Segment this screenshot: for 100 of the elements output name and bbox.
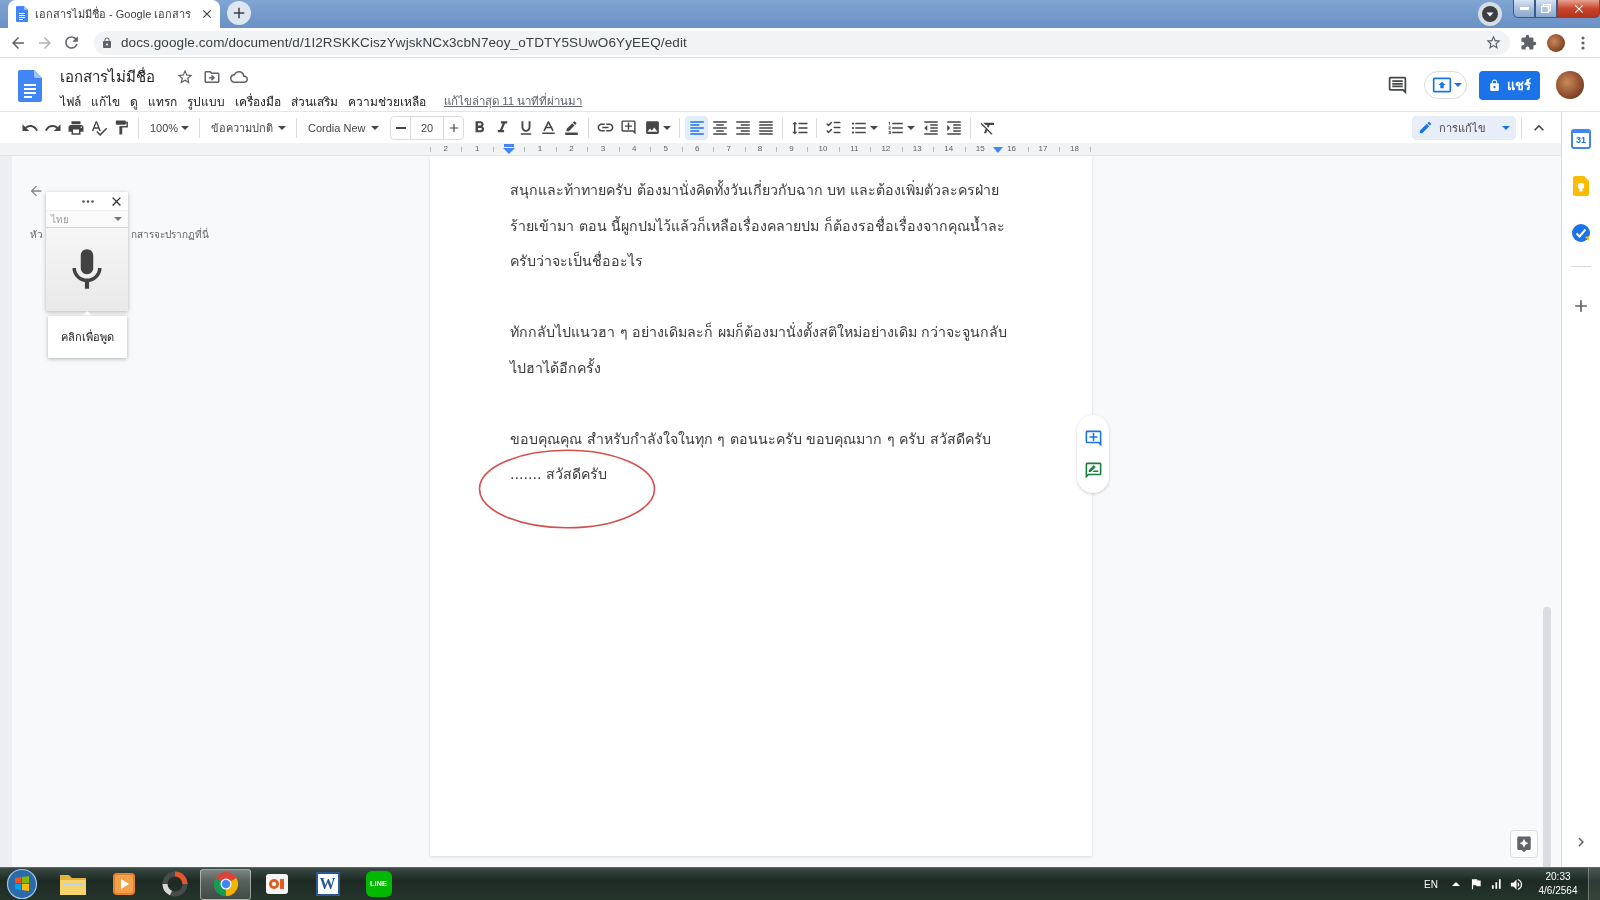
ruler-label: 15 bbox=[975, 143, 985, 155]
menu-item[interactable]: ส่วนเสริม bbox=[291, 91, 338, 111]
ruler-label: 11 bbox=[850, 143, 859, 155]
paragraph: ทักกลับไปแนวฮา ๆ อย่างเดิมละก็ ผมก็ต้องมานั่งตั้งสติใหม่อย่างเดิม กว่าจะจูนกลับ ไปฮาได้อีกครั้ง bbox=[510, 321, 1009, 378]
ruler-label: 14 bbox=[944, 143, 954, 155]
clock-date: 4/6/2564 bbox=[1538, 884, 1578, 898]
paragraph: ขอบคุณคุณ สำหรับกำลังใจในทุก ๆ ตอนนะครับ ขอบคุณมาก ๆ ครับ สวัสดีครับ ....... สวัสดีครับ bbox=[510, 429, 992, 484]
ruler-label: 13 bbox=[912, 143, 922, 155]
paint-roller-icon bbox=[113, 119, 130, 136]
last-edit-link[interactable]: แก้ไขล่าสุด 11 นาทีที่ผ่านมา bbox=[444, 92, 583, 110]
ruler-label: 2 bbox=[443, 143, 448, 155]
ruler-label: 6 bbox=[695, 143, 700, 155]
ruler-label: 9 bbox=[789, 143, 794, 155]
reload-icon bbox=[62, 33, 81, 52]
align-justify-icon bbox=[756, 118, 775, 137]
share-button[interactable]: แชร์ bbox=[1479, 70, 1540, 100]
caret-icon bbox=[278, 125, 286, 130]
print-icon bbox=[66, 118, 85, 137]
microphone-button[interactable] bbox=[46, 228, 128, 311]
menu-item[interactable]: เครื่องมือ bbox=[235, 91, 281, 111]
clock-time: 20:33 bbox=[1545, 870, 1571, 884]
input-language-indicator[interactable]: EN bbox=[1424, 878, 1438, 890]
caret-icon bbox=[662, 125, 671, 130]
caret-up-icon bbox=[1452, 882, 1460, 886]
ruler-label: 3 bbox=[600, 143, 606, 155]
scrollbar[interactable] bbox=[1543, 607, 1551, 867]
browser-tab[interactable]: เอกสารไม่มีชื่อ - Google เอกสาร bbox=[8, 0, 221, 28]
ruler-label: 12 bbox=[881, 143, 891, 155]
caret-icon bbox=[1454, 83, 1462, 87]
outline-hint-text: กสารจะปรากฏที่นี่ bbox=[131, 229, 210, 241]
highlighter-icon bbox=[564, 120, 579, 135]
flag-icon bbox=[1469, 877, 1483, 891]
zoom-dropdown[interactable]: 100% bbox=[144, 115, 194, 140]
ruler-label: 2 bbox=[569, 143, 574, 155]
new-tab-button[interactable] bbox=[227, 1, 252, 25]
document-title[interactable]: เอกสารไม่มีชื่อ bbox=[60, 65, 155, 89]
minus-icon bbox=[395, 126, 406, 129]
speaker-icon bbox=[1508, 876, 1524, 892]
menu-item[interactable]: ดู bbox=[130, 91, 138, 111]
ruler-label: 18 bbox=[1070, 143, 1079, 155]
docs-favicon-icon bbox=[16, 6, 28, 22]
style-dropdown[interactable]: ข้อความปกติ bbox=[205, 115, 291, 140]
spellcheck-icon bbox=[89, 118, 108, 137]
ruler-label: 1 bbox=[474, 143, 480, 155]
checklist-icon bbox=[825, 119, 842, 136]
minimize-button[interactable] bbox=[1513, 0, 1535, 18]
menu-item[interactable]: แก้ไข bbox=[91, 91, 120, 111]
folder-icon bbox=[58, 872, 87, 896]
caret-icon bbox=[371, 125, 379, 130]
show-desktop-button[interactable] bbox=[1588, 868, 1600, 900]
menu-item[interactable]: ไฟล์ bbox=[60, 91, 81, 111]
font-size-field[interactable]: 20 bbox=[410, 116, 444, 139]
avatar bbox=[1556, 71, 1584, 99]
caret-icon bbox=[869, 125, 878, 130]
present-button[interactable] bbox=[1424, 71, 1467, 99]
align-button[interactable] bbox=[685, 115, 708, 140]
editing-mode-dropdown[interactable]: การแก้ไข bbox=[1412, 115, 1516, 140]
star-icon bbox=[176, 68, 194, 86]
ruler-label: 7 bbox=[726, 143, 731, 155]
menu-item[interactable]: ความช่วยเหลือ bbox=[348, 91, 426, 111]
ruler-label: 5 bbox=[663, 143, 668, 155]
docs-logo-icon bbox=[18, 70, 42, 102]
comment-icon bbox=[1386, 74, 1408, 96]
back-arrow-icon bbox=[28, 183, 44, 199]
taskbar-app-button[interactable] bbox=[200, 868, 251, 900]
avatar bbox=[1546, 33, 1565, 52]
paragraph: สนุกและท้าทายครับ ต้องมานั่งคิดทั้งวันเกี่ยวกับฉาก บท และต้องเพิ่มตัวละครฝ่าย ร้ายเข้ามา ตอน นี้ผูกปมไว้แล้วก็เหลือเรื่องคลายปม ก็ต้องรอชื่อเรื่องจากคุณน้ำละ ครับว่าจะเป็นชื่ออะไร bbox=[510, 179, 1006, 271]
right-indent-marker-icon[interactable] bbox=[993, 147, 1003, 153]
restore-icon bbox=[1541, 4, 1551, 13]
minimize-icon bbox=[1519, 7, 1529, 10]
ruler-label: 8 bbox=[757, 143, 763, 155]
profile-menu-button[interactable] bbox=[1478, 2, 1502, 26]
menu-item[interactable]: แทรก bbox=[148, 91, 177, 111]
network-icon bbox=[1489, 877, 1503, 891]
align-right-icon bbox=[733, 118, 752, 137]
play-tile-icon bbox=[111, 872, 136, 896]
sparkle-bubble-icon bbox=[1515, 835, 1533, 853]
check-circle-icon bbox=[1571, 223, 1591, 243]
comments-button[interactable] bbox=[1386, 74, 1408, 96]
taskbar-app-button[interactable]: W bbox=[302, 868, 353, 900]
star-icon bbox=[1485, 34, 1502, 51]
maximize-button[interactable] bbox=[1535, 0, 1557, 18]
indent-marker-icon[interactable] bbox=[503, 144, 515, 154]
caret-icon bbox=[1502, 125, 1510, 130]
caret-icon bbox=[181, 125, 189, 130]
caret-down-circle-icon bbox=[1482, 6, 1498, 22]
ruler-label: 4 bbox=[632, 143, 637, 155]
outline-hint-text: หัว bbox=[30, 229, 44, 241]
close-window-button[interactable] bbox=[1557, 0, 1600, 18]
lock-icon bbox=[101, 36, 113, 49]
image-icon bbox=[643, 119, 661, 136]
font-size-control[interactable]: 20 bbox=[390, 115, 464, 140]
explore-button[interactable] bbox=[1510, 830, 1538, 858]
ruler-label: 10 bbox=[818, 143, 828, 155]
cloud-icon bbox=[230, 68, 248, 86]
address-field[interactable]: docs.google.com/document/d/1I2RSKKCiszYwjskNCx3cbN7eoy_oTDTY5SUwO6YyEEQ/edit bbox=[94, 30, 1510, 55]
font-dropdown[interactable]: Cordia New bbox=[302, 115, 384, 140]
outline-back-button[interactable] bbox=[28, 183, 44, 199]
ruler-label: 17 bbox=[1038, 143, 1048, 155]
menu-item[interactable]: รูปแบบ bbox=[187, 91, 225, 111]
